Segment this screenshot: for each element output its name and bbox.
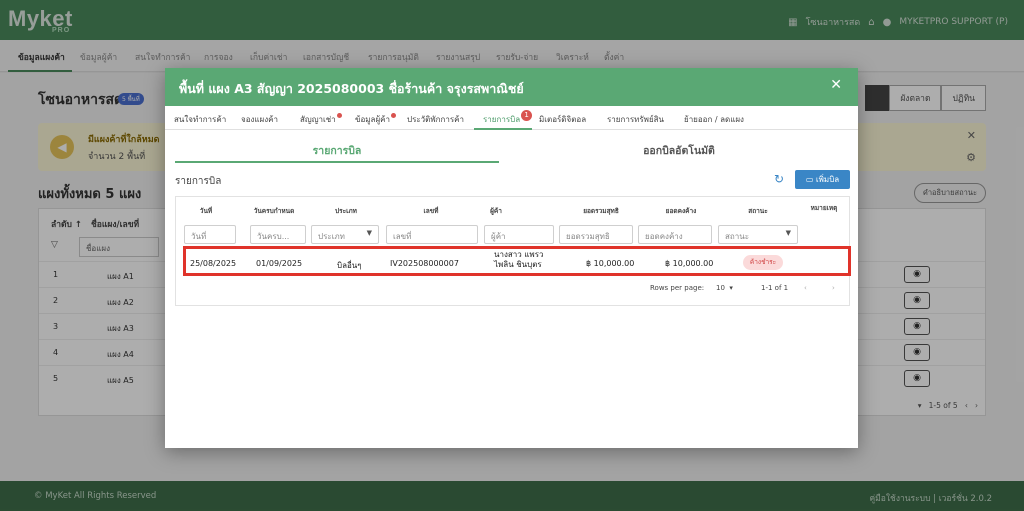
type-filter[interactable]: ประเภท ▼ — [311, 225, 379, 244]
chevron-down-icon: ▼ — [366, 229, 372, 237]
tab-digital-meter[interactable]: มิเตอร์ดิจิตอล — [539, 113, 586, 126]
refresh-icon[interactable]: ↻ — [774, 172, 784, 186]
col-net-total[interactable]: ยอดรวมสุทธิ — [571, 206, 631, 216]
add-bill-button[interactable]: ▭ เพิ่มบิล — [795, 170, 850, 189]
stall-detail-modal: พื้นที่ แผง A3 สัญญา 2025080003 ชื่อร้าน… — [165, 68, 858, 448]
tab-assets[interactable]: รายการทรัพย์สิน — [607, 113, 664, 126]
bill-list-title: รายการบิล — [175, 176, 222, 187]
modal-title: พื้นที่ แผง A3 สัญญา 2025080003 ชื่อร้าน… — [179, 81, 524, 96]
modal-header: พื้นที่ แผง A3 สัญญา 2025080003 ชื่อร้าน… — [165, 68, 858, 106]
tab-bills[interactable]: รายการบิล 1 — [483, 110, 533, 126]
subtab-bill-list[interactable]: รายการบิล — [175, 142, 499, 159]
card-icon: ▭ — [805, 175, 814, 184]
chevron-down-icon: ▼ — [785, 229, 791, 237]
bill-outstanding: ฿ 10,000.00 — [665, 259, 714, 268]
due-date-filter[interactable]: วันครบ... — [250, 225, 306, 244]
net-total-filter[interactable]: ยอดรวมสุทธิ — [559, 225, 633, 244]
bill-vendor: นางสาว แพรว ไพลิน ชินบุตร — [494, 250, 544, 270]
close-icon[interactable]: ✕ — [830, 77, 842, 93]
outstanding-filter[interactable]: ยอดคงค้าง — [638, 225, 712, 244]
col-vendor[interactable]: ผู้ค้า — [476, 206, 516, 216]
tab-interest[interactable]: สนใจทำการค้า — [174, 113, 226, 126]
col-status[interactable]: สถานะ — [733, 206, 783, 216]
vendor-line-2: ไพลิน ชินบุตร — [494, 260, 542, 269]
prev-page-icon[interactable]: ‹ — [804, 284, 807, 292]
notification-dot — [336, 113, 342, 118]
tab-move-out[interactable]: ย้ายออก / ลดแผง — [684, 113, 744, 126]
vendor-filter[interactable]: ผู้ค้า — [484, 225, 554, 244]
next-page-icon[interactable]: › — [832, 284, 835, 292]
add-bill-label: เพิ่มบิล — [815, 175, 840, 184]
tab-suspension-history[interactable]: ประวัติพักการค้า — [407, 113, 464, 126]
subtab-underline — [175, 161, 499, 163]
col-type[interactable]: ประเภท — [316, 206, 376, 216]
notification-dot — [390, 113, 396, 118]
bill-due-date: 01/09/2025 — [256, 259, 303, 268]
pager-range: 1-1 of 1 — [761, 284, 789, 292]
bill-net-total: ฿ 10,000.00 — [586, 259, 635, 268]
tab-reservation[interactable]: จองแผงค้า — [241, 113, 278, 126]
tab-vendor-info[interactable]: ข้อมูลผู้ค้า — [355, 113, 396, 126]
bill-number[interactable]: IV202508000007 — [390, 259, 459, 268]
modal-tabs: สนใจทำการค้า จองแผงค้า สัญญาเช่า ข้อมูลผ… — [165, 106, 858, 130]
bill-count-badge: 1 — [521, 110, 533, 121]
bill-type: บิลอื่นๆ — [337, 261, 362, 270]
status-filter[interactable]: สถานะ ▼ — [718, 225, 798, 244]
status-badge: ค้างชำระ — [743, 255, 783, 270]
chevron-down-icon: ▾ — [729, 284, 733, 292]
tab-lease[interactable]: สัญญาเช่า — [300, 113, 342, 126]
subtab-auto-billing[interactable]: ออกบิลอัตโนมัติ — [510, 142, 848, 159]
date-filter[interactable]: วันที่ — [184, 225, 236, 244]
col-due-date[interactable]: วันครบกำหนด — [246, 206, 302, 216]
col-date[interactable]: วันที่ — [186, 206, 226, 216]
vendor-line-1: นางสาว แพรว — [494, 250, 544, 259]
bill-date: 25/08/2025 — [190, 259, 237, 268]
bill-table: วันที่ วันครบกำหนด ประเภท เลขที่ ผู้ค้า … — [175, 196, 851, 306]
col-number[interactable]: เลขที่ — [406, 206, 456, 216]
col-outstanding[interactable]: ยอดคงค้าง — [651, 206, 711, 216]
rows-per-page-label: Rows per page: — [650, 284, 705, 292]
number-filter[interactable]: เลขที่ — [386, 225, 478, 244]
tab-active-underline — [474, 128, 532, 130]
rows-per-page-select[interactable]: 10 ▾ — [716, 284, 733, 292]
col-note[interactable]: หมายเหตุ — [804, 203, 844, 213]
